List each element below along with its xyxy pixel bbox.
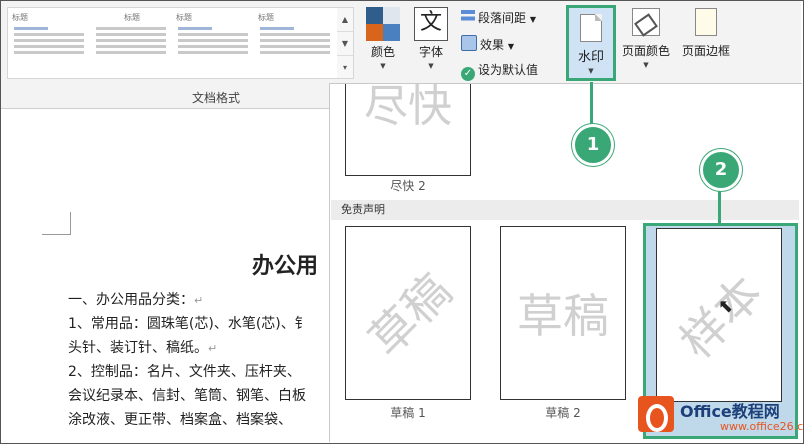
watermark-thumb-draft-1[interactable]: 草稿 <box>345 226 471 400</box>
style-gallery[interactable]: 标题 标题 标题 标题 <box>7 7 339 79</box>
document-line: 2、控制品：名片、文件夹、压杆夹、 <box>68 364 301 380</box>
style-thumb-title: 标题 <box>12 13 28 22</box>
style-thumb-title: 标题 <box>124 13 140 22</box>
site-logo-text: Office教程网 <box>680 402 780 421</box>
chevron-down-icon: ▼ <box>380 62 386 70</box>
document-title: 办公用 <box>252 254 319 279</box>
callout-line <box>718 186 721 224</box>
page-color-button[interactable]: 页面颜色 ▼ <box>618 8 674 69</box>
document-line: 会议纪录本、信封、笔筒、钢笔、白板 <box>68 388 306 404</box>
style-thumb-4[interactable]: 标题 <box>258 12 334 74</box>
watermark-label: 水印 <box>577 50 604 65</box>
effects-label: 效果 <box>480 38 505 52</box>
fonts-button[interactable]: 文 字体 ▼ <box>411 7 451 70</box>
watermark-thumb-label: 草稿 1 <box>390 406 426 420</box>
gallery-scroll[interactable]: ▲ ▼ ▾ <box>337 7 354 79</box>
watermark-sample-text: 草稿 <box>517 289 609 343</box>
set-default-button[interactable]: ✓ 设为默认值 <box>461 61 538 81</box>
font-icon: 文 <box>414 7 448 41</box>
document-line: 一、办公用品分类：↵ <box>68 292 204 308</box>
page-border-icon <box>695 8 717 36</box>
chevron-down-icon: ▼ <box>643 61 649 69</box>
watermark-sample-text: 尽快 <box>364 84 452 132</box>
style-thumb-2[interactable]: 标题 <box>94 12 170 74</box>
colors-label: 颜色 <box>370 45 395 59</box>
style-thumb-1[interactable]: 标题 <box>12 12 88 74</box>
document-line: 涂改液、更正带、档案盒、档案袋、 <box>68 412 292 428</box>
watermark-icon <box>580 14 602 42</box>
site-logo: Office教程网 www.office26.com <box>628 390 804 440</box>
watermark-button[interactable]: 水印 ▼ <box>566 5 616 81</box>
page-corner-mark <box>42 212 71 235</box>
page-border-label: 页面边框 <box>681 44 730 58</box>
paint-bucket-icon <box>632 8 660 37</box>
effects-icon <box>461 35 477 51</box>
paragraph-spacing-label: 段落间距 <box>478 11 527 25</box>
paragraph-spacing-button[interactable]: 段落间距 ▼ <box>461 9 536 26</box>
paragraph-spacing-icon <box>461 10 475 24</box>
chevron-down-icon: ▼ <box>588 67 594 75</box>
page-border-button[interactable]: 页面边框 <box>676 8 736 59</box>
colors-icon <box>366 7 400 41</box>
gallery-scroll-down-icon[interactable]: ▼ <box>337 32 353 56</box>
style-thumb-title: 标题 <box>258 13 274 22</box>
mouse-cursor-icon: ⬉ <box>718 296 734 317</box>
watermark-thumb-label: 草稿 2 <box>545 406 581 420</box>
document-line: 头针、装订针、稿纸。↵ <box>68 340 218 356</box>
group-label-document-format: 文档格式 <box>191 91 240 105</box>
chevron-down-icon: ▼ <box>428 62 434 70</box>
gallery-more-icon[interactable]: ▾ <box>337 56 353 79</box>
watermark-thumb-asap-2[interactable]: 尽快 <box>345 84 471 176</box>
watermark-thumb-draft-2[interactable]: 草稿 <box>500 226 626 400</box>
fonts-label: 字体 <box>418 45 443 59</box>
style-thumb-title: 标题 <box>176 13 192 22</box>
site-logo-url: www.office26.com <box>720 420 804 433</box>
watermark-thumb-label: 尽快 2 <box>390 179 426 193</box>
document-line: 1、常用品：圆珠笔(芯)、水笔(芯)、钅 <box>68 316 309 332</box>
gallery-scroll-up-icon[interactable]: ▲ <box>337 8 353 32</box>
office-logo-icon <box>638 396 674 432</box>
checkmark-icon: ✓ <box>461 67 475 81</box>
page-color-label: 页面颜色 <box>621 44 670 58</box>
callout-line <box>590 82 593 130</box>
set-default-label: 设为默认值 <box>478 63 539 77</box>
style-thumb-3[interactable]: 标题 <box>176 12 252 74</box>
watermark-sample-text: 草稿 <box>358 263 462 367</box>
effects-button[interactable]: 效果 ▼ <box>461 35 514 53</box>
section-header-disclaimer: 免责声明 <box>331 200 799 220</box>
colors-button[interactable]: 颜色 ▼ <box>363 7 403 70</box>
callout-badge-1: 1 <box>572 124 614 166</box>
callout-badge-2: 2 <box>700 149 742 191</box>
